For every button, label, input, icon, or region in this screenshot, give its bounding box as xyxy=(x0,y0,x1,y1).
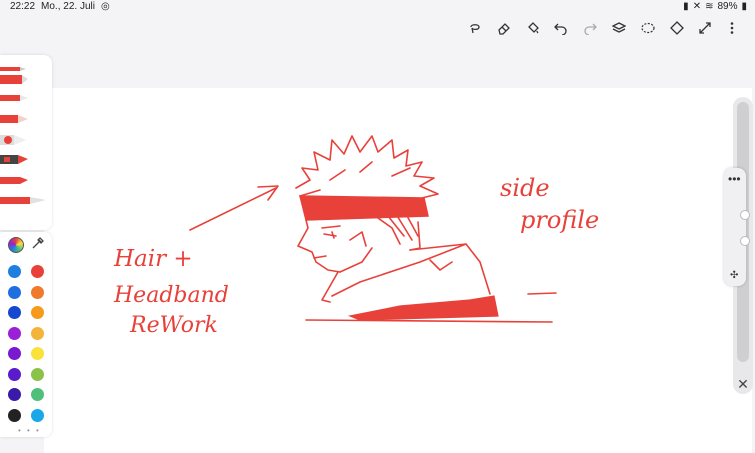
face-sketch xyxy=(297,213,421,303)
side-more-icon[interactable]: ••• xyxy=(728,172,741,186)
color-swatch[interactable] xyxy=(8,306,21,319)
highlighter-tool[interactable] xyxy=(0,177,28,184)
side-tool-panel: ••• ✣ xyxy=(724,168,750,286)
brush-panel xyxy=(0,55,52,230)
color-swatch[interactable] xyxy=(31,408,44,422)
size-slider-handle-top[interactable] xyxy=(740,210,750,220)
brush-tool[interactable] xyxy=(0,95,28,101)
arrow-sketch xyxy=(189,185,279,231)
color-swatch[interactable] xyxy=(31,367,44,381)
hair-sketch xyxy=(295,135,439,199)
color-swatch[interactable] xyxy=(31,265,44,278)
sketch-layer: Hair + Headband ReWork side profile xyxy=(113,135,599,338)
marker-tool[interactable] xyxy=(0,75,28,84)
color-swatch[interactable] xyxy=(31,306,44,319)
eyedropper-icon[interactable] xyxy=(31,236,45,250)
size-slider-handle-bottom[interactable] xyxy=(740,236,750,246)
color-swatch[interactable] xyxy=(8,265,21,278)
color-swatch[interactable] xyxy=(31,285,44,299)
color-swatch[interactable] xyxy=(8,367,21,381)
close-icon[interactable]: ✕ xyxy=(735,376,751,392)
airbrush-tool[interactable] xyxy=(0,135,26,145)
color-swatch[interactable] xyxy=(31,388,44,401)
color-swatch[interactable] xyxy=(8,347,21,360)
fineliner-tool[interactable] xyxy=(0,197,46,204)
note-profile: profile xyxy=(520,206,599,234)
color-swatch[interactable] xyxy=(8,326,21,340)
color-swatch[interactable] xyxy=(8,285,21,299)
color-wheel-icon[interactable] xyxy=(8,237,24,253)
note-side: side xyxy=(500,174,550,202)
color-swatch[interactable] xyxy=(31,347,44,360)
body-sketch xyxy=(305,243,557,323)
color-swatch[interactable] xyxy=(8,388,21,401)
note-rework: ReWork xyxy=(129,313,218,338)
note-hair: Hair + xyxy=(113,246,193,272)
note-headband: Headband xyxy=(113,283,229,308)
color-panel: • • • xyxy=(0,232,52,437)
page-dots: • • • xyxy=(18,426,41,435)
ink-pen-tool[interactable] xyxy=(0,155,28,164)
color-swatch[interactable] xyxy=(31,326,44,340)
pin-icon[interactable]: ✣ xyxy=(730,270,738,281)
headband-sketch xyxy=(299,195,429,221)
color-swatch[interactable] xyxy=(8,408,21,422)
calligraphy-tool[interactable] xyxy=(0,115,28,123)
pencil-tool[interactable] xyxy=(0,67,26,71)
